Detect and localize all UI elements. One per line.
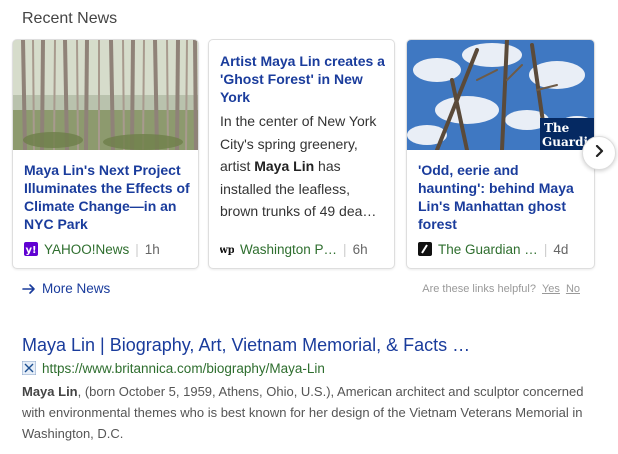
news-card[interactable]: Artist Maya Lin creates a 'Ghost Forest'… xyxy=(208,39,395,269)
news-source: y! YAHOO!News | 1h xyxy=(24,240,190,258)
feedback-no-link[interactable]: No xyxy=(566,283,580,295)
news-carousel: Maya Lin's Next Project Illuminates the … xyxy=(12,39,612,269)
result-title-link[interactable]: Maya Lin | Biography, Art, Vietnam Memor… xyxy=(22,335,470,356)
news-snippet-highlight: Maya Lin xyxy=(254,158,315,174)
news-headline[interactable]: Maya Lin's Next Project Illuminates the … xyxy=(24,161,190,233)
news-card[interactable]: Maya Lin's Next Project Illuminates the … xyxy=(12,39,199,269)
news-headline[interactable]: 'Odd, eerie and haunting': behind Maya L… xyxy=(418,161,586,233)
news-time: 4d xyxy=(553,241,569,257)
news-source: wp Washington P… | 6h xyxy=(220,240,386,258)
yahoo-logo-icon: y! xyxy=(24,242,38,256)
britannica-favicon-icon xyxy=(21,360,37,376)
news-thumbnail[interactable] xyxy=(13,40,198,150)
guardian-logo-icon xyxy=(418,242,432,256)
result-url[interactable]: https://www.britannica.com/biography/May… xyxy=(21,360,325,376)
news-time: 6h xyxy=(352,241,368,257)
arrow-right-icon xyxy=(22,283,36,295)
result-snippet-highlight: Maya Lin xyxy=(22,384,78,399)
separator: | xyxy=(543,241,548,257)
washington-post-logo-icon: wp xyxy=(220,242,234,256)
result-url-text: https://www.britannica.com/biography/May… xyxy=(42,360,325,376)
news-source: The Guardian … | 4d xyxy=(418,240,586,258)
news-headline[interactable]: Artist Maya Lin creates a 'Ghost Forest'… xyxy=(220,52,386,106)
svg-text:y!: y! xyxy=(25,245,36,256)
separator: | xyxy=(343,241,347,257)
result-snippet-text: , (born October 5, 1959, Athens, Ohio, U… xyxy=(22,384,584,441)
news-source-name: Washington P… xyxy=(240,241,338,257)
thumb-overlay-text: The xyxy=(544,121,570,135)
svg-text:wp: wp xyxy=(220,245,234,256)
more-news-link[interactable]: More News xyxy=(22,281,110,296)
recent-news-heading: Recent News xyxy=(22,10,118,27)
feedback-prompt: Are these links helpful? Yes No xyxy=(422,283,580,295)
news-snippet: In the center of New York City's spring … xyxy=(220,110,384,223)
news-card[interactable]: The Guardia 'Odd, eerie and haunting': b… xyxy=(406,39,595,269)
more-news-label: More News xyxy=(42,281,111,296)
chevron-right-icon xyxy=(594,144,604,162)
feedback-yes-link[interactable]: Yes xyxy=(542,283,560,295)
news-source-name: The Guardian … xyxy=(438,241,538,257)
news-thumbnail[interactable]: The Guardia xyxy=(407,40,594,150)
feedback-question: Are these links helpful? xyxy=(422,283,536,295)
news-time: 1h xyxy=(144,241,160,257)
result-snippet: Maya Lin, (born October 5, 1959, Athens,… xyxy=(22,381,592,444)
news-source-name: YAHOO!News xyxy=(44,241,130,257)
carousel-next-button[interactable] xyxy=(582,136,616,170)
separator: | xyxy=(135,241,139,257)
